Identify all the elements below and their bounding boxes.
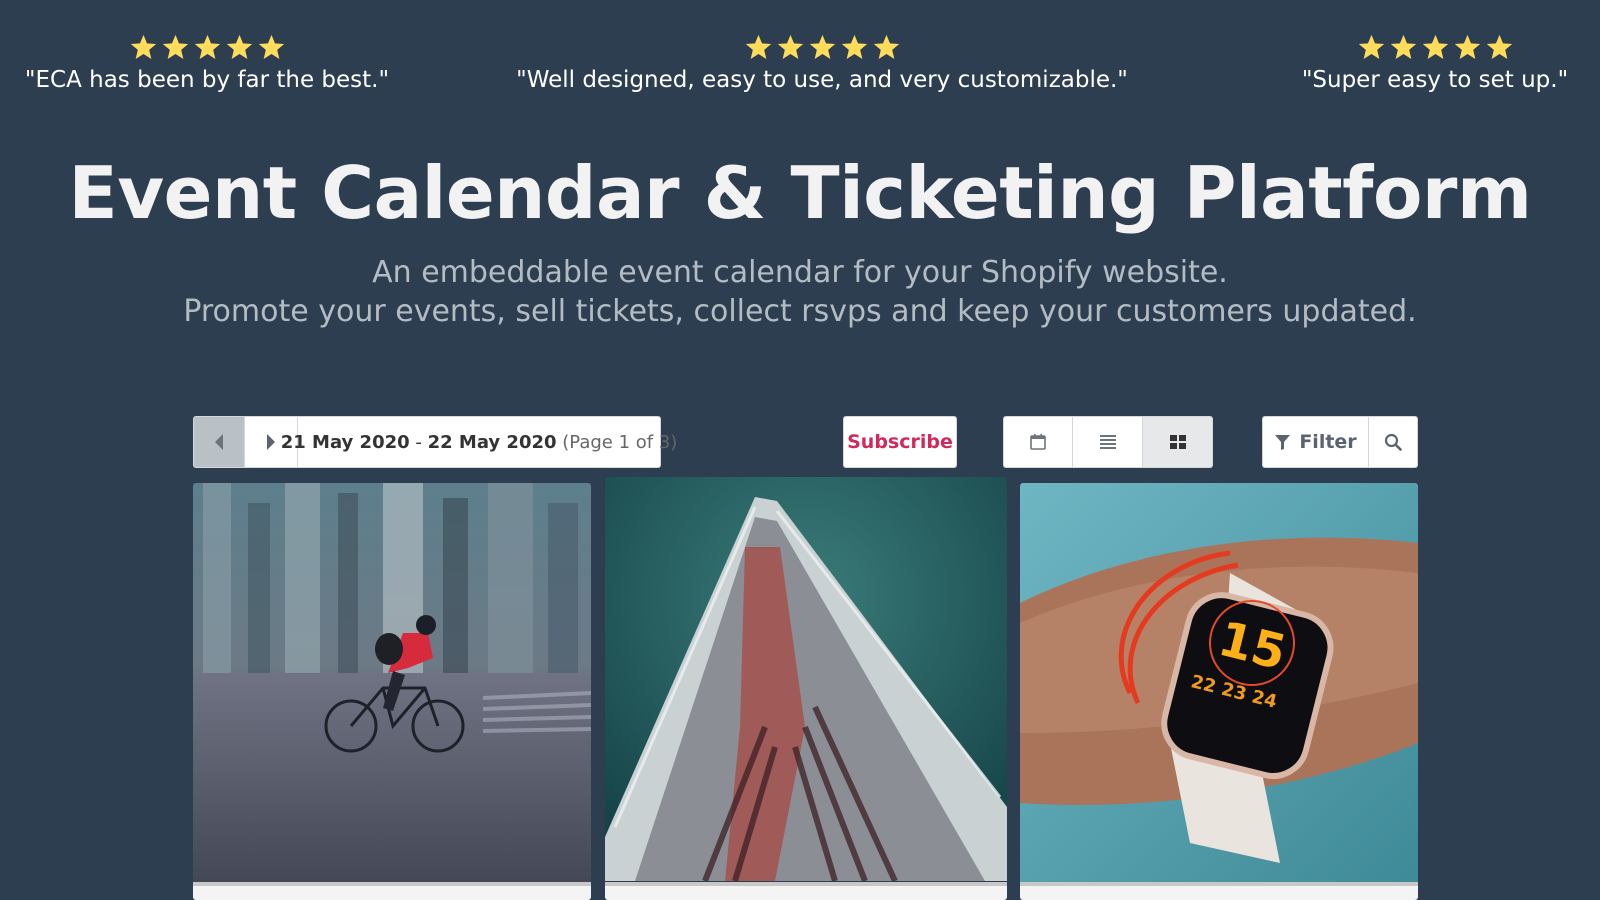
star-rating xyxy=(1300,33,1570,63)
star-icon xyxy=(258,34,284,59)
event-card[interactable]: 15 22 23 24 xyxy=(1020,483,1418,900)
event-image-smartwatch: 15 22 23 24 xyxy=(1020,483,1418,883)
star-icon xyxy=(1486,34,1512,59)
date-separator: - xyxy=(409,431,428,453)
page: "ECA has been by far the best." "Well de… xyxy=(0,0,1600,900)
testimonial-quote: "ECA has been by far the best." xyxy=(24,67,390,93)
date-range-display: 21 May 2020 - 22 May 2020 (Page 1 of 3) xyxy=(281,416,677,468)
star-icon xyxy=(841,34,867,59)
filter-search-group: Filter xyxy=(1262,416,1418,468)
event-card[interactable] xyxy=(605,477,1007,900)
date-start: 21 May 2020 xyxy=(280,431,410,453)
star-icon xyxy=(873,34,899,59)
star-icon xyxy=(809,34,835,59)
date-end: 22 May 2020 xyxy=(427,431,557,453)
star-icon xyxy=(1422,34,1448,59)
list-icon xyxy=(1099,435,1116,449)
filter-label: Filter xyxy=(1299,431,1357,453)
calendar-view-button[interactable] xyxy=(1003,416,1073,468)
search-icon xyxy=(1384,433,1402,451)
star-icon xyxy=(777,34,803,59)
star-icon xyxy=(1454,34,1480,59)
card-footer xyxy=(1020,882,1418,900)
filter-button[interactable]: Filter xyxy=(1262,416,1369,468)
card-footer xyxy=(605,882,1007,900)
star-icon xyxy=(130,34,156,59)
caret-left-icon xyxy=(215,434,223,450)
subscribe-button[interactable]: Subscribe xyxy=(843,416,957,468)
caret-right-icon xyxy=(267,434,275,450)
testimonial: "Super easy to set up." xyxy=(1300,33,1570,95)
filter-icon xyxy=(1275,434,1291,450)
subscribe-group: Subscribe xyxy=(843,416,957,468)
star-icon xyxy=(226,34,252,59)
view-switcher xyxy=(1003,416,1213,468)
star-icon xyxy=(1358,34,1384,59)
testimonial-quote: "Well designed, easy to use, and very cu… xyxy=(516,67,1128,93)
grid-view-button[interactable] xyxy=(1143,416,1213,468)
list-view-button[interactable] xyxy=(1073,416,1143,468)
testimonial: "ECA has been by far the best." xyxy=(0,33,414,95)
page-info: (Page 1 of 3) xyxy=(562,431,678,453)
event-image-building xyxy=(605,477,1007,881)
page-title: Event Calendar & Ticketing Platform xyxy=(68,151,1532,235)
star-icon xyxy=(194,34,220,59)
star-rating xyxy=(500,33,1144,63)
calendar-icon xyxy=(1030,434,1046,450)
star-icon xyxy=(1390,34,1416,59)
event-card[interactable] xyxy=(193,483,591,900)
hero-subtitle-line-1: An embeddable event calendar for your Sh… xyxy=(372,255,1228,290)
event-image-cyclist xyxy=(193,483,591,883)
search-button[interactable] xyxy=(1369,416,1418,468)
hero-subtitle-line-2: Promote your events, sell tickets, colle… xyxy=(183,294,1417,329)
star-icon xyxy=(162,34,188,59)
testimonial: "Well designed, easy to use, and very cu… xyxy=(500,33,1144,95)
date-navigation: 21 May 2020 - 22 May 2020 (Page 1 of 3) xyxy=(193,416,677,468)
star-icon xyxy=(745,34,771,59)
testimonial-quote: "Super easy to set up." xyxy=(1301,67,1569,93)
card-footer xyxy=(193,882,591,900)
previous-button[interactable] xyxy=(193,416,245,468)
star-rating xyxy=(0,33,414,63)
grid-icon xyxy=(1169,435,1186,449)
